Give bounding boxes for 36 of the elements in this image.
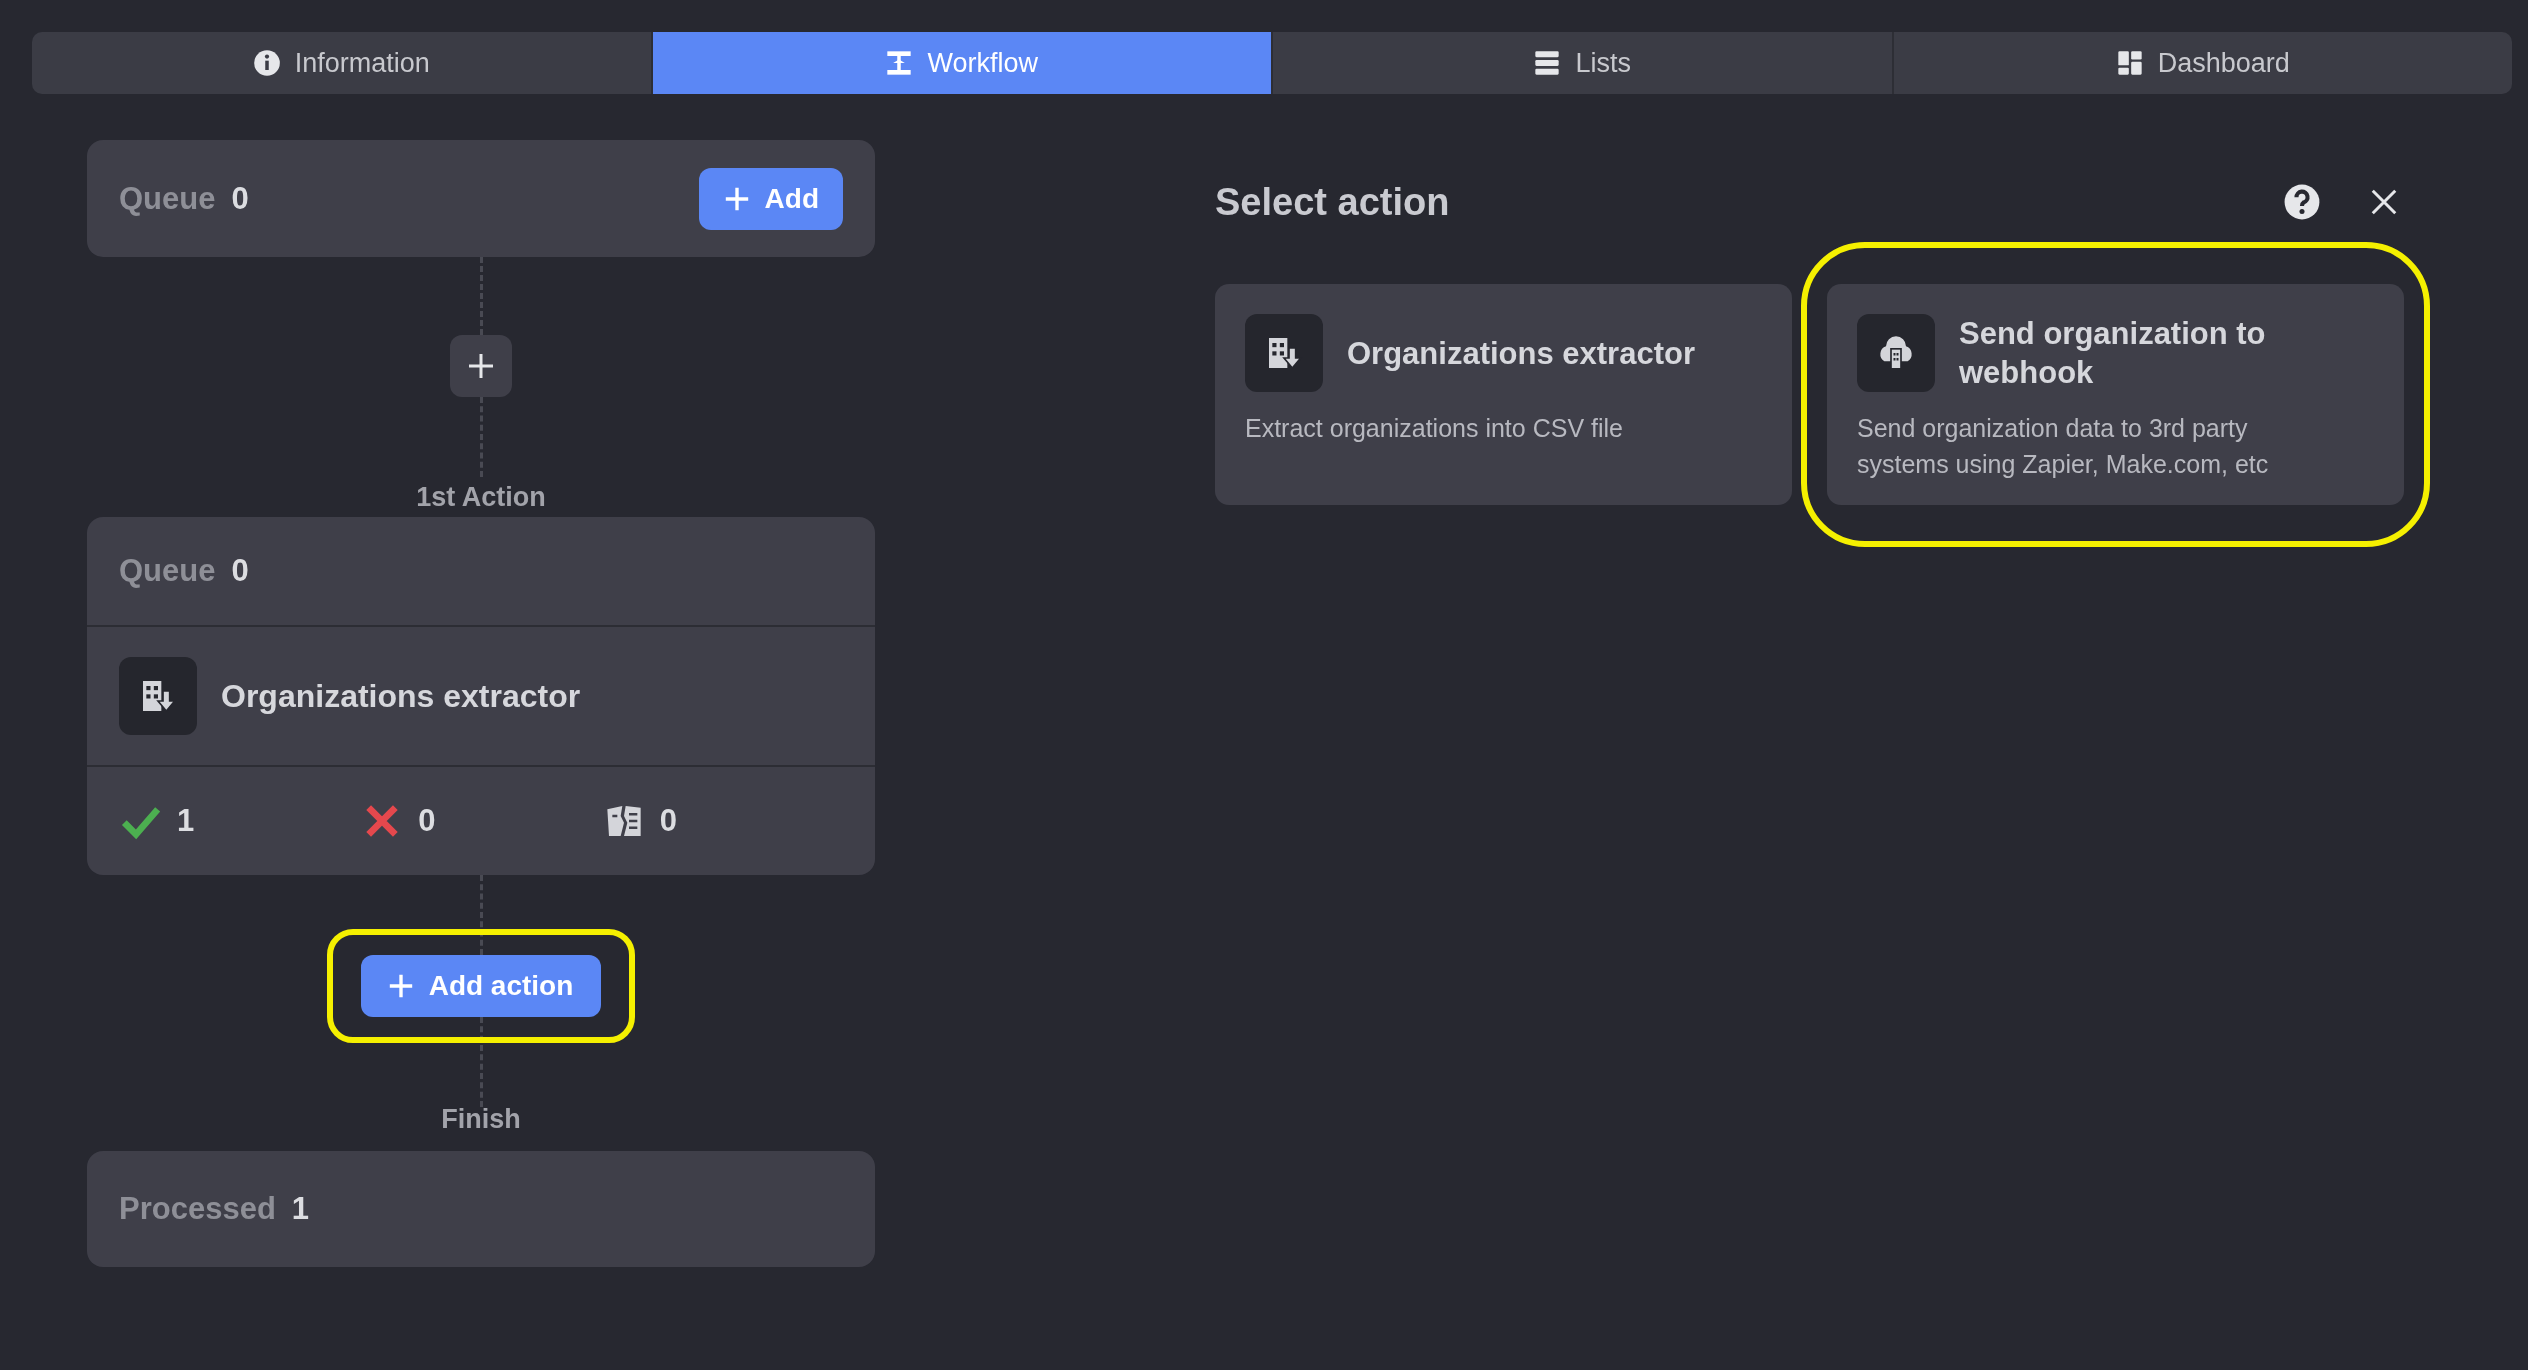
add-button[interactable]: Add — [698, 167, 843, 230]
processed-count: 1 — [291, 1191, 310, 1227]
plus-icon — [466, 351, 496, 381]
tab[interactable]: Workflow — [652, 32, 1273, 94]
step-label: 1st Action — [416, 481, 546, 514]
action-title: Organizations extractor — [1347, 334, 1695, 373]
building-download-icon — [1245, 314, 1323, 392]
queue-count: 0 — [231, 553, 249, 589]
add-step-button[interactable] — [450, 335, 512, 397]
help-icon[interactable] — [2283, 183, 2321, 221]
dashboard-icon — [2115, 49, 2144, 77]
action-option-card[interactable]: Send organization to webhook Send organization data to 3rd party systems using Zapier, Make.com, etc — [1827, 284, 2404, 505]
action-name: Organizations extractor — [221, 677, 581, 715]
stat-count: 0 — [418, 803, 436, 839]
tab[interactable]: Lists — [1273, 32, 1894, 94]
processed-label: Processed — [119, 1191, 276, 1227]
list-icon — [1533, 49, 1562, 77]
action-option-card[interactable]: Organizations extractor Extract organizations into CSV file — [1215, 284, 1792, 505]
info-icon — [252, 49, 281, 77]
finish-label: Finish — [441, 1103, 521, 1135]
queue-label: Queue — [119, 553, 216, 589]
action-description: Extract organizations into CSV file — [1245, 413, 1624, 444]
workflow-icon — [885, 49, 914, 77]
building-download-icon — [119, 657, 197, 735]
tab[interactable]: Information — [32, 32, 653, 94]
stat-count: 0 — [659, 803, 677, 839]
action-description: Send organization data to 3rd party systems using Zapier, Make.com, etc — [1857, 413, 2270, 480]
add-action-button[interactable]: Add action — [360, 955, 602, 1017]
tab[interactable]: Dashboard — [1893, 32, 2512, 94]
queue-label: Queue — [119, 180, 216, 217]
cloud-building-icon — [1857, 314, 1935, 392]
action-title: Send organization to webhook — [1959, 315, 2267, 392]
close-icon[interactable] — [2369, 187, 2399, 217]
panel-title: Select action — [1215, 180, 1450, 224]
queue-count: 0 — [231, 180, 249, 217]
stat-count: 1 — [177, 803, 195, 839]
